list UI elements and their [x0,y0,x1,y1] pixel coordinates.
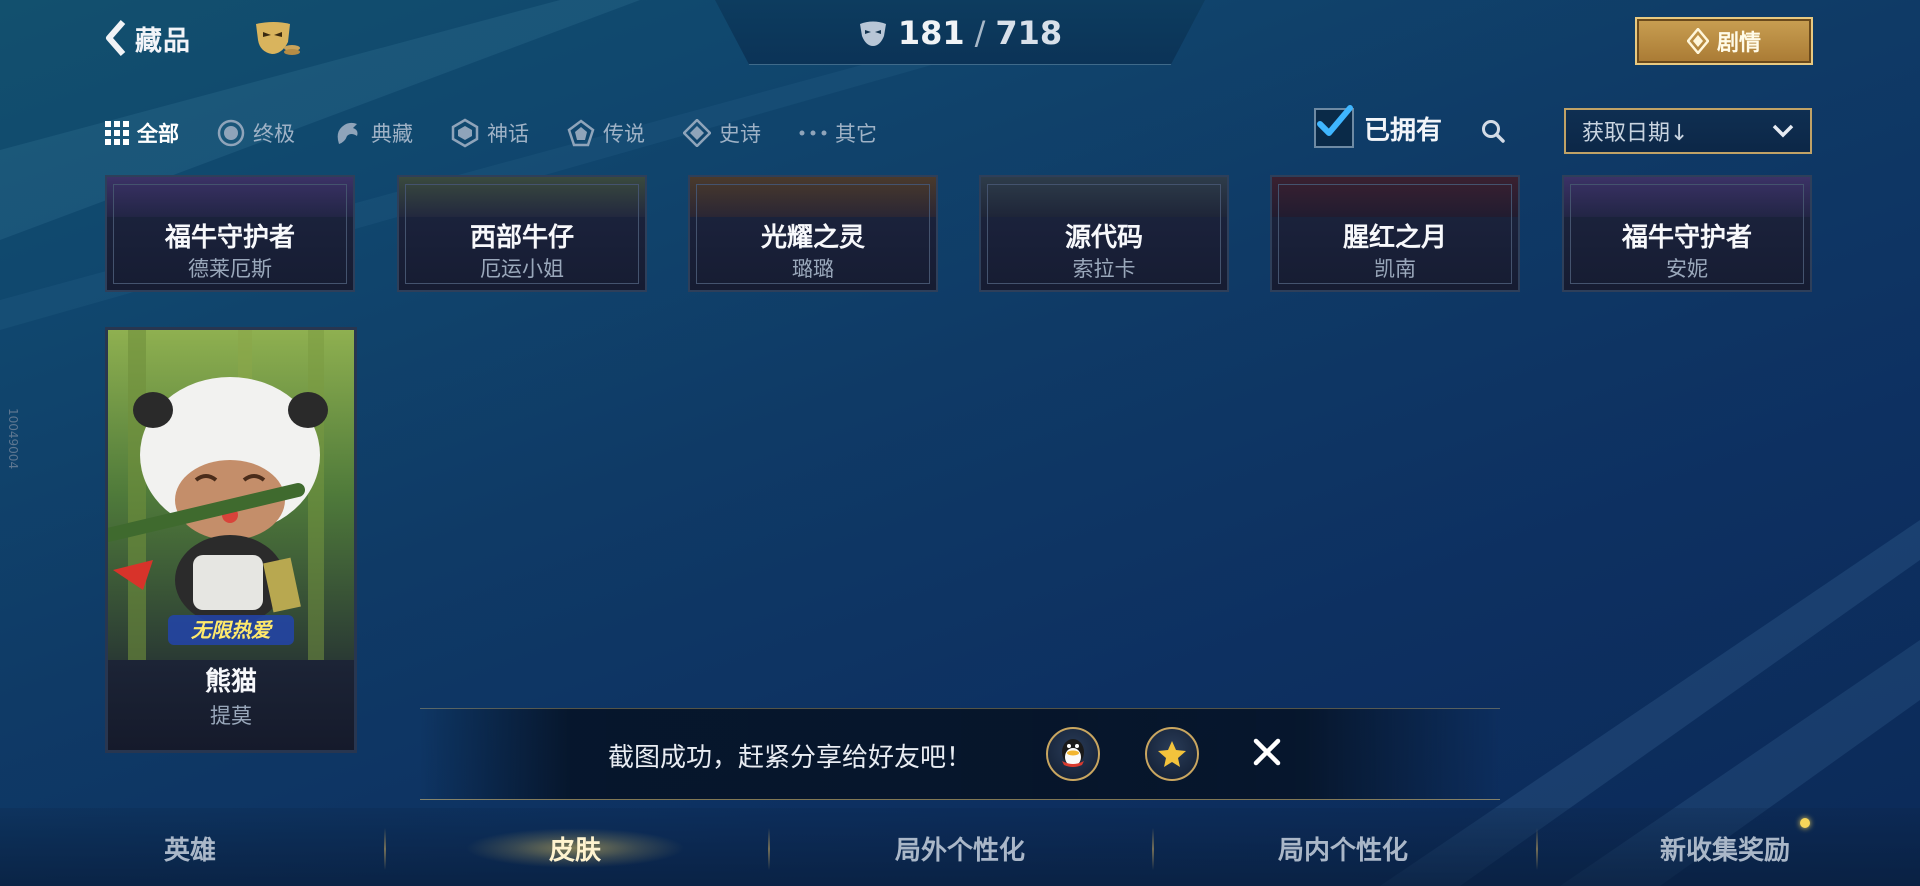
skin-name: 熊猫 [204,667,257,697]
total-count: 718 [995,14,1063,52]
tab-label: 英雄 [163,835,216,866]
skin-name: 福牛守护者 [164,223,295,253]
circle-badge-icon [217,119,245,147]
skin-card-panda[interactable]: 无限热爱 熊猫 提莫 [105,327,357,753]
filter-all[interactable]: 全部 [105,118,179,148]
back-label: 藏品 [135,25,191,57]
skin-card[interactable]: 源代码 索拉卡 [979,175,1229,292]
story-label: 剧情 [1716,31,1761,56]
rarity-filter-bar: 全部 终极 典藏 神话 传说 史诗 其它 [105,118,915,148]
screenshot-toast: 截图成功，赶紧分享给好友吧！ [420,708,1500,800]
hero-name: 提莫 [210,704,252,728]
grid-icon [105,121,129,145]
filter-label: 终极 [253,122,295,146]
filter-label: 传说 [603,122,645,146]
side-id-watermark: 10049004 [6,408,20,470]
tab-outgame-custom[interactable]: 局外个性化 [860,828,1060,868]
limited-logo-text: 无限热爱 [191,619,273,642]
hexagon-icon [451,118,479,148]
tab-label: 局内个性化 [1277,835,1408,866]
back-button[interactable]: 藏品 [105,18,191,58]
hero-name: 索拉卡 [1072,257,1136,281]
tab-divider [384,828,386,870]
filter-epic[interactable]: 史诗 [683,118,761,148]
hero-name: 安妮 [1666,257,1708,281]
story-button[interactable]: 剧情 [1635,17,1813,65]
filter-label: 全部 [137,122,179,146]
qq-penguin-icon [1062,739,1084,767]
owned-checkbox[interactable]: 已拥有 [1314,105,1443,148]
hero-name: 德莱厄斯 [188,257,272,281]
tab-divider [1536,828,1538,870]
collection-counter-panel: 181 / 718 [715,0,1205,65]
tab-skins[interactable]: 皮肤 [465,828,685,868]
tab-ingame-custom[interactable]: 局内个性化 [1243,828,1443,868]
skin-card[interactable]: 福牛守护者 安妮 [1562,175,1812,292]
hero-name: 厄运小姐 [480,257,564,281]
skin-name: 西部牛仔 [469,223,574,253]
owned-label: 已拥有 [1364,115,1443,146]
filter-other[interactable]: 其它 [799,118,877,148]
filter-label: 史诗 [719,122,761,146]
close-icon[interactable] [1250,735,1284,769]
filter-label: 其它 [835,122,877,146]
skin-name: 腥红之月 [1342,223,1447,253]
skin-name: 源代码 [1064,223,1143,253]
star-icon [1158,741,1186,767]
tab-label: 皮肤 [548,835,601,866]
diamond-icon [683,119,711,147]
story-diamond-icon [1686,28,1709,54]
filter-label: 神话 [487,122,529,146]
bottom-tab-bar: 英雄 皮肤 局外个性化 局内个性化 新收集奖励 [0,808,1920,886]
skin-name: 光耀之灵 [760,223,865,253]
tab-heroes[interactable]: 英雄 [90,828,290,868]
collection-counter: 181 / 718 [715,14,1205,52]
sort-dropdown[interactable]: 获取日期↓ [1564,108,1812,154]
checkbox-box [1314,105,1354,148]
mask-icon [859,21,886,46]
skin-card[interactable]: 西部牛仔 厄运小姐 [397,175,647,292]
dragon-icon [337,122,358,144]
tab-divider [768,828,770,870]
filter-legend[interactable]: 传说 [567,118,645,148]
share-qq-button[interactable] [1046,727,1100,781]
filter-label: 典藏 [371,122,413,146]
skin-card[interactable]: 福牛守护者 德莱厄斯 [105,175,355,292]
hero-name: 璐璐 [792,257,834,281]
hero-name: 凯南 [1374,257,1416,281]
mask-collection-icon[interactable] [252,18,302,60]
skin-card[interactable]: 光耀之灵 璐璐 [688,175,938,292]
pentagon-icon [567,119,595,147]
panda-teemo-art: 无限热爱 [108,330,354,660]
owned-count: 181 [897,14,965,52]
tab-collection-rewards[interactable]: 新收集奖励 [1625,828,1825,868]
sort-label: 获取日期↓ [1582,121,1689,146]
notification-dot [1800,818,1810,828]
skin-name: 福牛守护者 [1621,223,1752,253]
check-icon [1317,105,1353,136]
skin-card[interactable]: 腥红之月 凯南 [1270,175,1520,292]
toast-message: 截图成功，赶紧分享给好友吧！ [608,743,973,773]
tab-label: 新收集奖励 [1659,835,1790,866]
filter-mythic[interactable]: 神话 [451,118,529,148]
filter-ultimate[interactable]: 终极 [217,118,295,148]
more-dots-icon [799,130,827,136]
count-separator: / [974,14,986,52]
tab-label: 局外个性化 [894,835,1025,866]
chevron-down-icon [1772,124,1794,138]
tab-divider [1152,828,1154,870]
filter-classic[interactable]: 典藏 [333,118,413,148]
chevron-left-icon [106,20,126,56]
share-qzone-button[interactable] [1145,727,1199,781]
search-icon[interactable] [1480,118,1506,144]
